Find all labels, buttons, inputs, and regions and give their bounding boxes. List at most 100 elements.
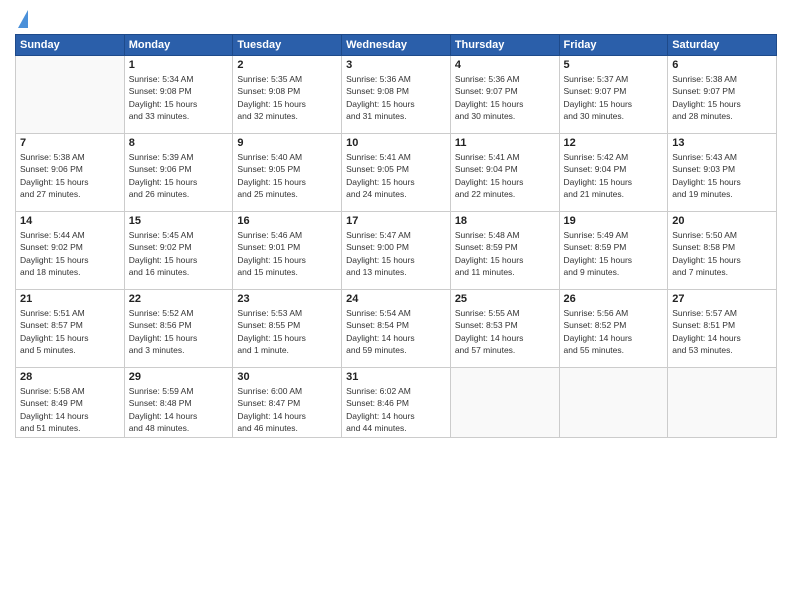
calendar-cell: 31 Sunrise: 6:02 AMSunset: 8:46 PMDayligh… [342,368,451,438]
week-row-3: 14 Sunrise: 5:44 AMSunset: 9:02 PMDayligh… [16,212,777,290]
calendar-cell: 22 Sunrise: 5:52 AMSunset: 8:56 PMDayligh… [124,290,233,368]
calendar-cell: 27 Sunrise: 5:57 AMSunset: 8:51 PMDayligh… [668,290,777,368]
calendar-cell: 20Sunrise: 5:50 AMSunset: 8:58 PMDayligh… [668,212,777,290]
calendar-cell: 7Sunrise: 5:38 AMSunset: 9:06 PMDaylight… [16,134,125,212]
calendar-cell: 16 Sunrise: 5:46 AMSunset: 9:01 PMDayligh… [233,212,342,290]
day-number: 9 [237,137,337,149]
logo-icon [18,10,28,28]
day-info: Sunrise: 5:38 AMSunset: 9:07 PMDaylight:… [672,73,772,122]
calendar-cell: 10 Sunrise: 5:41 AMSunset: 9:05 PMDayligh… [342,134,451,212]
calendar-cell: 3Sunrise: 5:36 AMSunset: 9:08 PMDaylight… [342,56,451,134]
day-info: Sunrise: 5:54 AMSunset: 8:54 PMDaylight:… [346,307,446,356]
day-number: 16 [237,215,337,227]
day-info: Sunrise: 5:37 AMSunset: 9:07 PMDaylight:… [564,73,664,122]
day-info: Sunrise: 6:00 AMSunset: 8:47 PMDaylight:… [237,385,337,434]
day-info: Sunrise: 5:59 AMSunset: 8:48 PMDaylight:… [129,385,229,434]
calendar-cell: 21 Sunrise: 5:51 AMSunset: 8:57 PMDayligh… [16,290,125,368]
calendar-cell: 14 Sunrise: 5:44 AMSunset: 9:02 PMDayligh… [16,212,125,290]
day-number: 24 [346,293,446,305]
day-number: 22 [129,293,229,305]
calendar-cell [450,368,559,438]
calendar-cell: 2 Sunrise: 5:35 AMSunset: 9:08 PMDaylight… [233,56,342,134]
calendar-cell: 5 Sunrise: 5:37 AMSunset: 9:07 PMDaylight… [559,56,668,134]
day-number: 4 [455,59,555,71]
day-info: Sunrise: 5:55 AMSunset: 8:53 PMDaylight:… [455,307,555,356]
day-number: 14 [20,215,120,227]
day-info: Sunrise: 5:56 AMSunset: 8:52 PMDaylight:… [564,307,664,356]
calendar-cell: 18 Sunrise: 5:48 AMSunset: 8:59 PMDayligh… [450,212,559,290]
day-info: Sunrise: 5:46 AMSunset: 9:01 PMDaylight:… [237,229,337,278]
day-info: Sunrise: 5:42 AMSunset: 9:04 PMDaylight:… [564,151,664,200]
day-info: Sunrise: 5:57 AMSunset: 8:51 PMDaylight:… [672,307,772,356]
day-info: Sunrise: 5:52 AMSunset: 8:56 PMDaylight:… [129,307,229,356]
day-number: 10 [346,137,446,149]
day-number: 21 [20,293,120,305]
calendar-cell: 6 Sunrise: 5:38 AMSunset: 9:07 PMDaylight… [668,56,777,134]
weekday-header-row: SundayMondayTuesdayWednesdayThursdayFrid… [16,35,777,56]
day-info: Sunrise: 5:58 AMSunset: 8:49 PMDaylight:… [20,385,120,434]
calendar: SundayMondayTuesdayWednesdayThursdayFrid… [15,34,777,438]
day-number: 6 [672,59,772,71]
header [15,10,777,28]
day-number: 31 [346,371,446,383]
day-info: Sunrise: 6:02 AMSunset: 8:46 PMDaylight:… [346,385,446,434]
calendar-cell: 11Sunrise: 5:41 AMSunset: 9:04 PMDayligh… [450,134,559,212]
day-number: 12 [564,137,664,149]
day-info: Sunrise: 5:41 AMSunset: 9:05 PMDaylight:… [346,151,446,200]
week-row-4: 21 Sunrise: 5:51 AMSunset: 8:57 PMDayligh… [16,290,777,368]
day-number: 7 [20,137,120,149]
day-number: 17 [346,215,446,227]
calendar-cell: 29 Sunrise: 5:59 AMSunset: 8:48 PMDayligh… [124,368,233,438]
day-number: 25 [455,293,555,305]
day-number: 5 [564,59,664,71]
day-number: 2 [237,59,337,71]
day-info: Sunrise: 5:49 AMSunset: 8:59 PMDaylight:… [564,229,664,278]
day-info: Sunrise: 5:50 AMSunset: 8:58 PMDaylight:… [672,229,772,278]
day-number: 8 [129,137,229,149]
day-number: 27 [672,293,772,305]
day-number: 30 [237,371,337,383]
calendar-cell: 23 Sunrise: 5:53 AMSunset: 8:55 PMDayligh… [233,290,342,368]
weekday-header-friday: Friday [559,35,668,56]
calendar-cell: 4 Sunrise: 5:36 AMSunset: 9:07 PMDaylight… [450,56,559,134]
calendar-cell: 17 Sunrise: 5:47 AMSunset: 9:00 PMDayligh… [342,212,451,290]
calendar-cell: 30 Sunrise: 6:00 AMSunset: 8:47 PMDayligh… [233,368,342,438]
calendar-cell [668,368,777,438]
weekday-header-monday: Monday [124,35,233,56]
day-info: Sunrise: 5:47 AMSunset: 9:00 PMDaylight:… [346,229,446,278]
week-row-1: 1Sunrise: 5:34 AMSunset: 9:08 PMDaylight… [16,56,777,134]
calendar-cell: 15Sunrise: 5:45 AMSunset: 9:02 PMDayligh… [124,212,233,290]
day-number: 29 [129,371,229,383]
calendar-cell: 19 Sunrise: 5:49 AMSunset: 8:59 PMDayligh… [559,212,668,290]
day-number: 23 [237,293,337,305]
day-info: Sunrise: 5:48 AMSunset: 8:59 PMDaylight:… [455,229,555,278]
calendar-cell [559,368,668,438]
weekday-header-sunday: Sunday [16,35,125,56]
day-number: 18 [455,215,555,227]
week-row-5: 28 Sunrise: 5:58 AMSunset: 8:49 PMDayligh… [16,368,777,438]
day-info: Sunrise: 5:53 AMSunset: 8:55 PMDaylight:… [237,307,337,356]
weekday-header-saturday: Saturday [668,35,777,56]
calendar-cell: 25 Sunrise: 5:55 AMSunset: 8:53 PMDayligh… [450,290,559,368]
day-info: Sunrise: 5:36 AMSunset: 9:07 PMDaylight:… [455,73,555,122]
day-info: Sunrise: 5:36 AMSunset: 9:08 PMDaylight:… [346,73,446,122]
day-info: Sunrise: 5:44 AMSunset: 9:02 PMDaylight:… [20,229,120,278]
day-number: 28 [20,371,120,383]
calendar-cell: 13 Sunrise: 5:43 AMSunset: 9:03 PMDayligh… [668,134,777,212]
weekday-header-tuesday: Tuesday [233,35,342,56]
page: SundayMondayTuesdayWednesdayThursdayFrid… [0,0,792,612]
day-info: Sunrise: 5:40 AMSunset: 9:05 PMDaylight:… [237,151,337,200]
day-info: Sunrise: 5:35 AMSunset: 9:08 PMDaylight:… [237,73,337,122]
day-info: Sunrise: 5:41 AMSunset: 9:04 PMDaylight:… [455,151,555,200]
day-number: 13 [672,137,772,149]
day-info: Sunrise: 5:51 AMSunset: 8:57 PMDaylight:… [20,307,120,356]
calendar-cell: 8Sunrise: 5:39 AMSunset: 9:06 PMDaylight… [124,134,233,212]
day-info: Sunrise: 5:43 AMSunset: 9:03 PMDaylight:… [672,151,772,200]
day-number: 19 [564,215,664,227]
weekday-header-wednesday: Wednesday [342,35,451,56]
calendar-cell: 9 Sunrise: 5:40 AMSunset: 9:05 PMDaylight… [233,134,342,212]
day-number: 26 [564,293,664,305]
calendar-cell: 24 Sunrise: 5:54 AMSunset: 8:54 PMDayligh… [342,290,451,368]
calendar-cell: 12 Sunrise: 5:42 AMSunset: 9:04 PMDayligh… [559,134,668,212]
day-info: Sunrise: 5:45 AMSunset: 9:02 PMDaylight:… [129,229,229,278]
